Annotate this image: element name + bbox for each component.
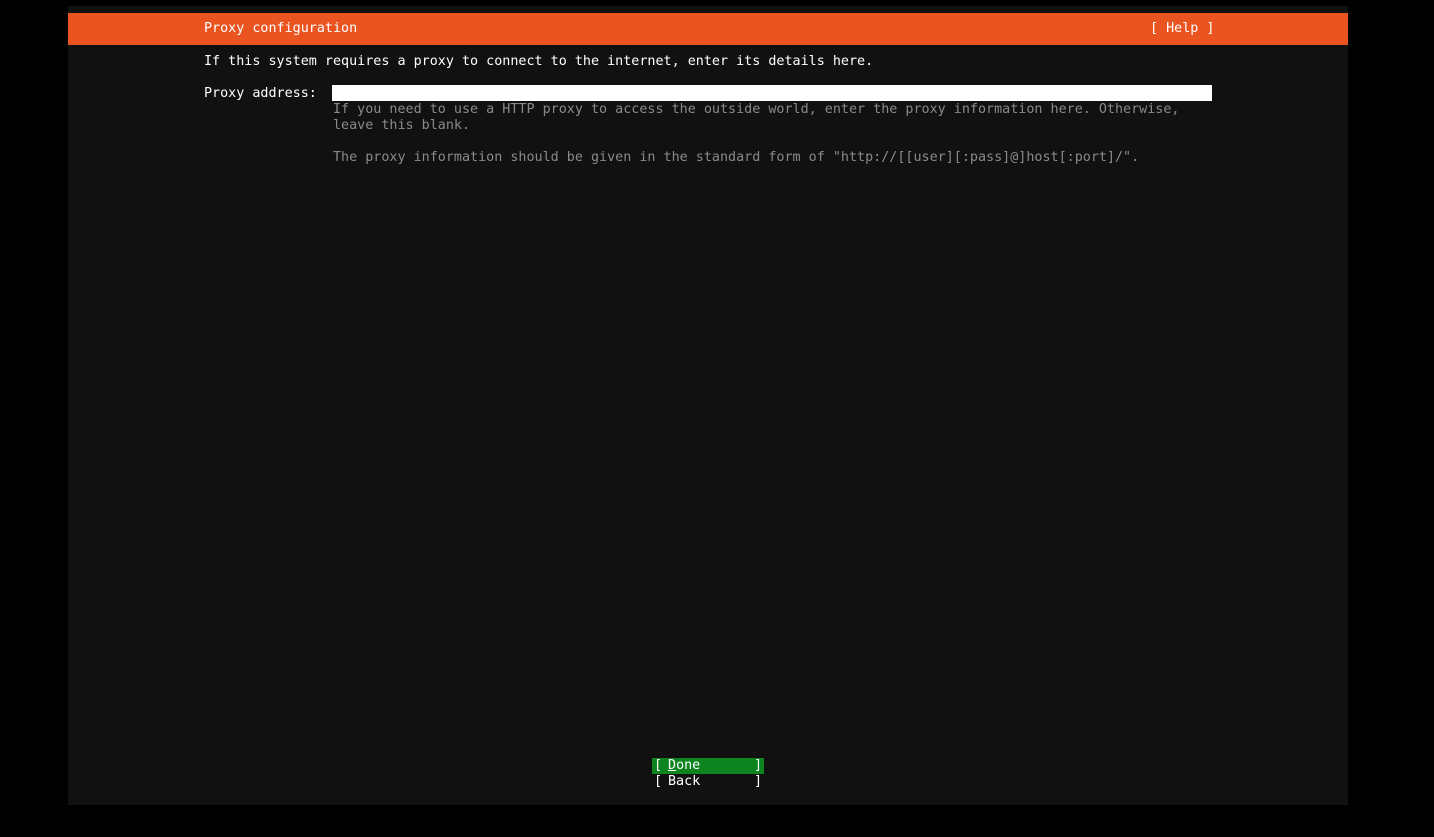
done-button[interactable]: [ Done ] <box>652 758 764 774</box>
back-bracket-close: ] <box>753 774 762 789</box>
done-bracket-open: [ <box>654 758 663 773</box>
proxy-help-text-line-2: leave this blank. <box>333 118 471 133</box>
back-button-label: Back <box>668 774 701 789</box>
installer-screen: Proxy configuration [ Help ] If this sys… <box>68 6 1348 805</box>
page-title: Proxy configuration <box>204 21 358 36</box>
back-button[interactable]: [ Back ] <box>652 774 764 790</box>
proxy-help-text-line-1: If you need to use a HTTP proxy to acces… <box>333 102 1180 117</box>
help-button[interactable]: [ Help ] <box>1150 21 1215 37</box>
header-bar: Proxy configuration [ Help ] <box>68 13 1348 45</box>
back-bracket-open: [ <box>654 774 663 789</box>
done-bracket-close: ] <box>753 758 762 773</box>
intro-text: If this system requires a proxy to conne… <box>204 54 874 69</box>
done-button-label: Done <box>668 758 701 773</box>
proxy-address-input[interactable] <box>332 85 1212 101</box>
proxy-format-help-text: The proxy information should be given in… <box>333 150 1140 165</box>
proxy-address-label: Proxy address: <box>204 86 317 101</box>
